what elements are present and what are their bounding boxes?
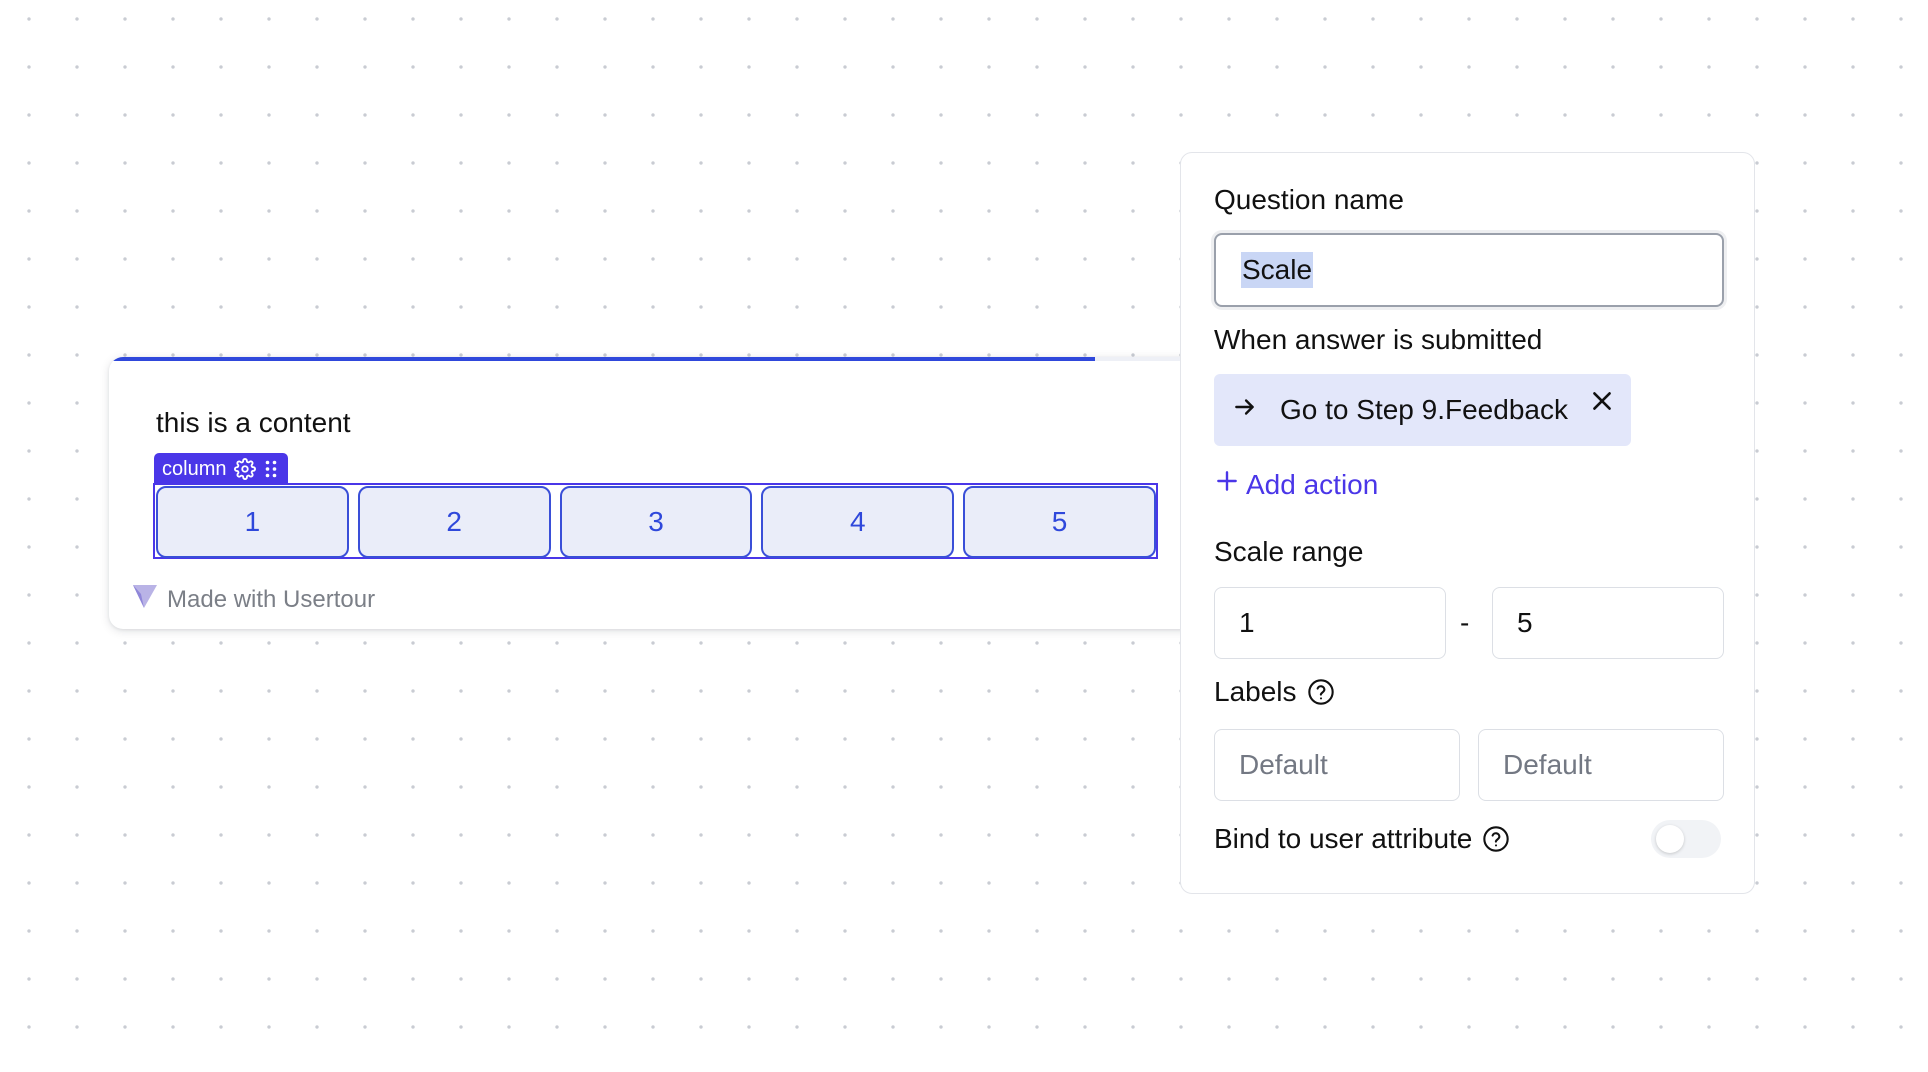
- scale-options: 1 2 3 4 5: [156, 486, 1156, 558]
- question-name-label-text: Question name: [1214, 184, 1404, 215]
- question-name-label: Question name: [1214, 184, 1404, 216]
- action-chip-text: Go to Step 9.Feedback: [1280, 394, 1568, 425]
- bind-attribute-label-text: Bind to user attribute: [1214, 823, 1473, 854]
- labels-label-text: Labels: [1214, 676, 1297, 707]
- plus-icon: [1214, 468, 1240, 501]
- label-low-input[interactable]: [1214, 729, 1460, 801]
- usertour-logo-icon: [131, 582, 159, 617]
- question-name-value: Scale: [1241, 252, 1314, 288]
- help-circle-icon[interactable]: [1307, 678, 1335, 706]
- close-icon[interactable]: [1589, 388, 1615, 421]
- arrow-right-icon: [1232, 394, 1258, 427]
- submit-action-label-text: When answer is submitted: [1214, 324, 1543, 355]
- action-chip[interactable]: Go to Step 9.Feedback: [1214, 374, 1631, 446]
- scale-range-label: Scale range: [1214, 536, 1363, 568]
- branding[interactable]: Made with Usertour: [131, 582, 375, 617]
- toggle-knob: [1656, 825, 1684, 853]
- scale-option-1[interactable]: 1: [156, 486, 349, 558]
- settings-gear-icon[interactable]: [234, 458, 257, 480]
- progress-track: [109, 357, 1204, 361]
- question-settings-panel: Question name Scale When answer is submi…: [1180, 152, 1755, 894]
- labels-label: Labels: [1214, 676, 1335, 708]
- add-action-button[interactable]: Add action: [1214, 468, 1378, 501]
- scale-range-label-text: Scale range: [1214, 536, 1364, 567]
- scale-min-input[interactable]: [1214, 587, 1446, 659]
- range-separator: -: [1460, 607, 1470, 638]
- submit-action-label: When answer is submitted: [1214, 324, 1542, 356]
- drag-handle-icon[interactable]: [264, 459, 278, 479]
- content-text[interactable]: this is a content: [156, 407, 351, 439]
- scale-option-2[interactable]: 2: [357, 486, 551, 558]
- column-tag[interactable]: column: [154, 453, 289, 485]
- scale-max-input[interactable]: [1492, 587, 1724, 659]
- help-circle-icon[interactable]: [1482, 825, 1510, 853]
- scale-option-5[interactable]: 5: [963, 486, 1156, 558]
- bind-attribute-label: Bind to user attribute: [1214, 823, 1510, 855]
- survey-preview-card: this is a content column 1 2 3 4 5 Made …: [109, 357, 1204, 629]
- column-tag-label: column: [162, 457, 227, 480]
- scale-option-4[interactable]: 4: [761, 486, 955, 558]
- progress-bar: [109, 357, 1095, 361]
- label-high-input[interactable]: [1478, 729, 1724, 801]
- add-action-label: Add action: [1246, 468, 1379, 500]
- bind-attribute-toggle[interactable]: [1651, 820, 1721, 858]
- question-name-input[interactable]: Scale: [1214, 233, 1724, 307]
- branding-text: Made with Usertour: [167, 585, 376, 613]
- scale-option-3[interactable]: 3: [559, 486, 753, 558]
